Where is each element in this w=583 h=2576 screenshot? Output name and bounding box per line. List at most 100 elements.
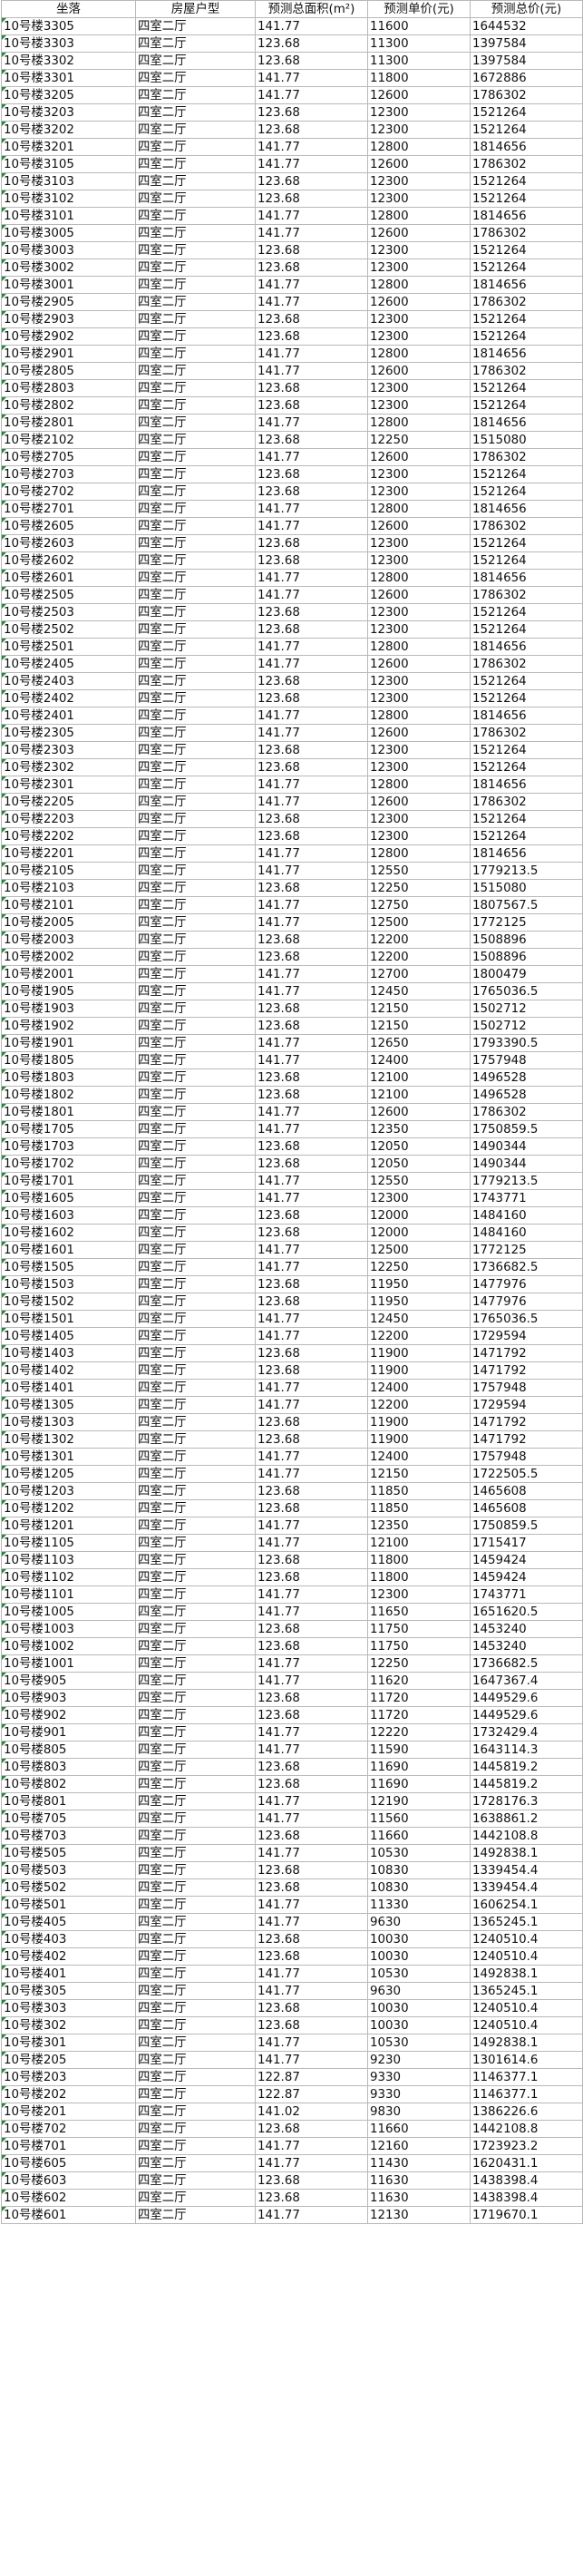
cell-type[interactable]: 四室二厅 — [135, 1068, 256, 1087]
cell-price[interactable]: 12600 — [367, 793, 471, 811]
cell-price[interactable]: 12400 — [367, 1051, 471, 1069]
cell-room[interactable]: 10号楼1802 — [1, 1086, 136, 1104]
cell-area[interactable]: 123.68 — [255, 2171, 368, 2190]
cell-area[interactable]: 123.68 — [255, 827, 368, 845]
cell-area[interactable]: 141.77 — [255, 1586, 368, 1604]
cell-room[interactable]: 10号楼1803 — [1, 1068, 136, 1087]
cell-area[interactable]: 123.68 — [255, 1430, 368, 1449]
cell-room[interactable]: 10号楼403 — [1, 1930, 136, 1948]
cell-price[interactable]: 9630 — [367, 1982, 471, 2000]
cell-room[interactable]: 10号楼3305 — [1, 17, 136, 35]
cell-total[interactable]: 1729594 — [470, 1327, 583, 1345]
cell-type[interactable]: 四室二厅 — [135, 965, 256, 983]
cell-price[interactable]: 12250 — [367, 1258, 471, 1276]
cell-area[interactable]: 123.68 — [255, 1068, 368, 1087]
cell-type[interactable]: 四室二厅 — [135, 534, 256, 552]
cell-type[interactable]: 四室二厅 — [135, 190, 256, 208]
cell-type[interactable]: 四室二厅 — [135, 1672, 256, 1690]
cell-area[interactable]: 123.68 — [255, 241, 368, 259]
cell-total[interactable]: 1750859.5 — [470, 1120, 583, 1138]
cell-type[interactable]: 四室二厅 — [135, 2137, 256, 2155]
cell-type[interactable]: 四室二厅 — [135, 672, 256, 690]
cell-price[interactable]: 12300 — [367, 310, 471, 328]
cell-price[interactable]: 12800 — [367, 500, 471, 518]
cell-room[interactable]: 10号楼2202 — [1, 827, 136, 845]
cell-type[interactable]: 四室二厅 — [135, 1861, 256, 1879]
cell-type[interactable]: 四室二厅 — [135, 1654, 256, 1673]
cell-price[interactable]: 12500 — [367, 1241, 471, 1259]
cell-room[interactable]: 10号楼2003 — [1, 931, 136, 949]
cell-type[interactable]: 四室二厅 — [135, 1792, 256, 1810]
cell-total[interactable]: 1786302 — [470, 586, 583, 604]
cell-room[interactable]: 10号楼2002 — [1, 948, 136, 966]
cell-price[interactable]: 12700 — [367, 965, 471, 983]
cell-price[interactable]: 12300 — [367, 551, 471, 570]
cell-type[interactable]: 四室二厅 — [135, 1586, 256, 1604]
cell-total[interactable]: 1442108.8 — [470, 2120, 583, 2138]
cell-room[interactable]: 10号楼601 — [1, 2206, 136, 2224]
cell-total[interactable]: 1521264 — [470, 810, 583, 828]
cell-price[interactable]: 12160 — [367, 2137, 471, 2155]
cell-price[interactable]: 12800 — [367, 844, 471, 863]
cell-room[interactable]: 10号楼1002 — [1, 1637, 136, 1655]
cell-price[interactable]: 11950 — [367, 1275, 471, 1293]
cell-total[interactable]: 1521264 — [470, 827, 583, 845]
cell-area[interactable]: 123.68 — [255, 879, 368, 897]
cell-type[interactable]: 四室二厅 — [135, 1000, 256, 1018]
cell-area[interactable]: 141.77 — [255, 707, 368, 725]
cell-total[interactable]: 1449529.6 — [470, 1706, 583, 1724]
cell-total[interactable]: 1465608 — [470, 1499, 583, 1517]
cell-price[interactable]: 12220 — [367, 1723, 471, 1742]
cell-room[interactable]: 10号楼801 — [1, 1792, 136, 1810]
cell-total[interactable]: 1365245.1 — [470, 1913, 583, 1931]
cell-price[interactable]: 12200 — [367, 1396, 471, 1414]
cell-area[interactable]: 123.68 — [255, 1482, 368, 1500]
cell-price[interactable]: 12300 — [367, 1189, 471, 1207]
cell-room[interactable]: 10号楼2501 — [1, 638, 136, 656]
cell-room[interactable]: 10号楼3102 — [1, 190, 136, 208]
cell-area[interactable]: 122.87 — [255, 2085, 368, 2103]
cell-area[interactable]: 123.68 — [255, 379, 368, 397]
cell-price[interactable]: 12750 — [367, 896, 471, 914]
cell-price[interactable]: 12800 — [367, 138, 471, 156]
cell-room[interactable]: 10号楼1505 — [1, 1258, 136, 1276]
cell-area[interactable]: 123.68 — [255, 327, 368, 346]
cell-total[interactable]: 1814656 — [470, 414, 583, 432]
cell-price[interactable]: 12300 — [367, 534, 471, 552]
cell-type[interactable]: 四室二厅 — [135, 414, 256, 432]
cell-area[interactable]: 123.68 — [255, 1637, 368, 1655]
cell-type[interactable]: 四室二厅 — [135, 1965, 256, 1983]
cell-price[interactable]: 12300 — [367, 483, 471, 501]
cell-room[interactable]: 10号楼3105 — [1, 155, 136, 173]
cell-area[interactable]: 123.68 — [255, 259, 368, 277]
cell-type[interactable]: 四室二厅 — [135, 1155, 256, 1173]
cell-price[interactable]: 12300 — [367, 758, 471, 776]
cell-total[interactable]: 1521264 — [470, 534, 583, 552]
cell-price[interactable]: 12200 — [367, 1327, 471, 1345]
cell-price[interactable]: 11620 — [367, 1672, 471, 1690]
cell-price[interactable]: 11900 — [367, 1361, 471, 1380]
cell-total[interactable]: 1508896 — [470, 948, 583, 966]
cell-price[interactable]: 12500 — [367, 913, 471, 932]
cell-area[interactable]: 141.77 — [255, 1982, 368, 2000]
cell-price[interactable]: 11690 — [367, 1775, 471, 1793]
cell-room[interactable]: 10号楼1605 — [1, 1189, 136, 1207]
cell-area[interactable]: 123.68 — [255, 931, 368, 949]
cell-type[interactable]: 四室二厅 — [135, 2103, 256, 2121]
cell-price[interactable]: 12800 — [367, 207, 471, 225]
cell-total[interactable]: 1459424 — [470, 1568, 583, 1586]
cell-price[interactable]: 12300 — [367, 465, 471, 483]
cell-total[interactable]: 1521264 — [470, 741, 583, 759]
cell-total[interactable]: 1638861.2 — [470, 1810, 583, 1828]
cell-price[interactable]: 12000 — [367, 1224, 471, 1242]
cell-price[interactable]: 11690 — [367, 1758, 471, 1776]
cell-price[interactable]: 10030 — [367, 2016, 471, 2034]
cell-area[interactable]: 141.77 — [255, 1723, 368, 1742]
cell-total[interactable]: 1521264 — [470, 396, 583, 415]
cell-total[interactable]: 1515080 — [470, 431, 583, 449]
cell-area[interactable]: 123.68 — [255, 1017, 368, 1035]
cell-type[interactable]: 四室二厅 — [135, 1241, 256, 1259]
cell-total[interactable]: 1301614.6 — [470, 2051, 583, 2069]
cell-area[interactable]: 141.77 — [255, 517, 368, 535]
cell-price[interactable]: 12800 — [367, 345, 471, 363]
